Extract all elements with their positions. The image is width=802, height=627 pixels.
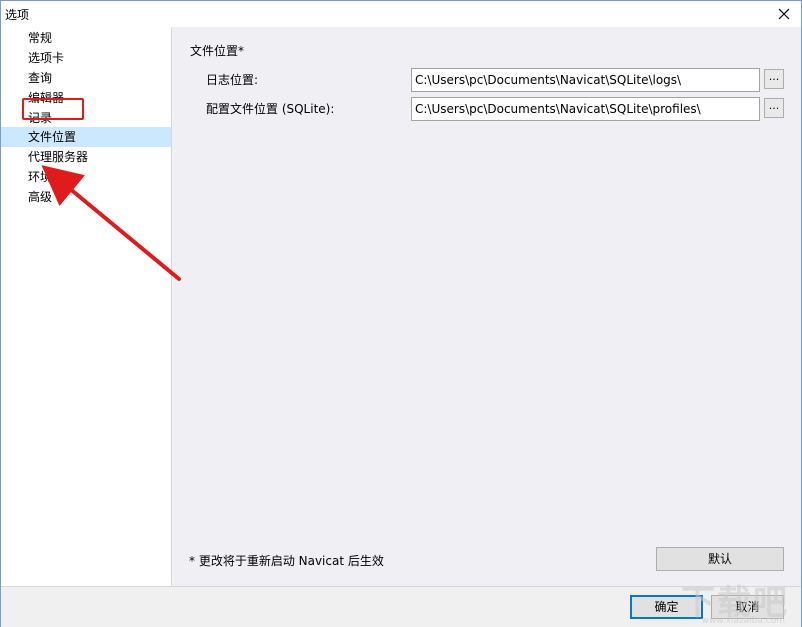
sidebar-item-file-location[interactable]: 文件位置 bbox=[1, 127, 171, 147]
restart-footnote: * 更改将于重新启动 Navicat 后生效 bbox=[189, 554, 384, 568]
group-label: 文件位置* bbox=[190, 44, 245, 58]
sidebar-item-records[interactable]: 记录 bbox=[1, 108, 171, 128]
log-location-input[interactable] bbox=[411, 68, 760, 92]
close-button[interactable] bbox=[767, 1, 801, 27]
sidebar-item-query[interactable]: 查询 bbox=[1, 68, 171, 88]
ok-button[interactable]: 确定 bbox=[630, 595, 703, 619]
sidebar-item-advanced[interactable]: 高级 bbox=[1, 187, 171, 207]
log-location-browse-button[interactable]: ... bbox=[764, 69, 784, 89]
sidebar-item-tabs[interactable]: 选项卡 bbox=[1, 48, 171, 68]
sidebar-nav: 常规 选项卡 查询 编辑器 记录 文件位置 代理服务器 环境 高级 bbox=[1, 27, 172, 586]
cancel-button[interactable]: 取消 bbox=[711, 595, 784, 619]
sidebar-item-environment[interactable]: 环境 bbox=[1, 167, 171, 187]
log-location-label: 日志位置: bbox=[206, 73, 259, 87]
profile-location-input[interactable] bbox=[411, 97, 760, 121]
profile-location-label: 配置文件位置 (SQLite): bbox=[206, 102, 335, 116]
default-button[interactable]: 默认 bbox=[656, 547, 784, 571]
sidebar-item-general[interactable]: 常规 bbox=[1, 28, 171, 48]
window-title: 选项 bbox=[5, 8, 30, 22]
options-dialog: 选项 常规 选项卡 查询 编辑器 记录 文件位置 代理服务器 环境 高级 文件位… bbox=[0, 0, 802, 627]
profile-location-browse-button[interactable]: ... bbox=[764, 98, 784, 118]
title-bar: 选项 bbox=[1, 1, 801, 27]
sidebar-item-editor[interactable]: 编辑器 bbox=[1, 88, 171, 108]
close-icon bbox=[778, 8, 790, 20]
sidebar-item-proxy[interactable]: 代理服务器 bbox=[1, 147, 171, 167]
settings-panel: 文件位置* 日志位置: ... 配置文件位置 (SQLite): ... * 更… bbox=[172, 27, 801, 586]
dialog-footer: 确定 取消 bbox=[1, 586, 801, 627]
